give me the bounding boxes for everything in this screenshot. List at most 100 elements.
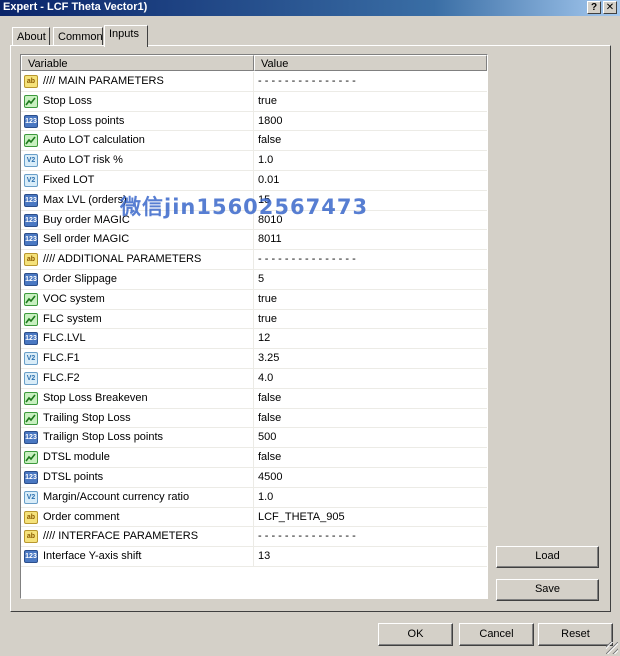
variable-cell: V2 Margin/Account currency ratio — [21, 487, 254, 507]
table-row[interactable]: V2 FLC.F1 3.25 — [21, 349, 487, 369]
table-row[interactable]: V2 Margin/Account currency ratio 1.0 — [21, 487, 487, 508]
tab-common[interactable]: Common — [53, 27, 103, 47]
table-row[interactable]: V2 Auto LOT risk % 1.0 — [21, 151, 487, 171]
double-type-icon: V2 — [24, 352, 38, 366]
variable-name: DTSL module — [43, 451, 110, 464]
variable-cell: 123 Sell order MAGIC — [21, 230, 254, 250]
table-row[interactable]: ab //// ADDITIONAL PARAMETERS - - - - - - … — [21, 250, 487, 270]
resize-grip[interactable] — [606, 642, 618, 654]
table-row[interactable]: Stop Loss true — [21, 91, 487, 112]
column-header-variable[interactable]: Variable — [21, 55, 254, 71]
table-row[interactable]: 123 Order Slippage 5 — [21, 270, 487, 290]
table-row[interactable]: VOC system true — [21, 289, 487, 310]
table-row[interactable]: FLC system true — [21, 309, 487, 330]
value-cell[interactable]: 12 — [254, 329, 487, 348]
variable-name: FLC.LVL — [43, 332, 86, 345]
int-type-icon: 123 — [24, 273, 38, 286]
value-cell[interactable]: 1800 — [254, 112, 487, 131]
table-row[interactable]: 123 Stop Loss points 1800 — [21, 111, 487, 132]
value-cell[interactable]: 15 — [254, 191, 487, 210]
value-cell[interactable]: true — [254, 310, 487, 329]
table-row[interactable]: V2 Fixed LOT 0.01 — [21, 171, 487, 191]
table-row[interactable]: 123 Max LVL (orders) 15 — [21, 190, 487, 211]
variable-cell: ab Order comment — [21, 507, 254, 527]
variable-name: Margin/Account currency ratio — [43, 490, 190, 503]
value-cell[interactable]: 8011 — [254, 230, 487, 249]
value-cell[interactable]: 8010 — [254, 211, 487, 230]
value-cell[interactable]: - - - - - - - - - - - - - - - — [254, 72, 487, 91]
table-row[interactable]: ab //// MAIN PARAMETERS - - - - - - - - - … — [21, 72, 487, 92]
value-cell[interactable]: - - - - - - - - - - - - - - - — [254, 250, 487, 269]
table-row[interactable]: 123 FLC.LVL 12 — [21, 329, 487, 350]
title-bar: Expert - LCF Theta Vector1) ? ✕ — [0, 0, 620, 16]
table-row[interactable]: ab //// INTERFACE PARAMETERS - - - - - - -… — [21, 527, 487, 548]
variable-cell: 123 FLC.LVL — [21, 329, 254, 349]
inputs-grid[interactable]: Variable Value ab //// MAIN PARAMETERS - -… — [20, 54, 488, 599]
value-cell[interactable]: 1.0 — [254, 151, 487, 170]
value-cell[interactable]: 4500 — [254, 468, 487, 487]
table-row[interactable]: 123 Interface Y-axis shift 13 — [21, 547, 487, 567]
close-button[interactable]: ✕ — [603, 1, 617, 14]
string-type-icon: ab — [24, 253, 38, 267]
bool-type-icon — [24, 312, 38, 326]
tab-inputs[interactable]: Inputs — [104, 25, 148, 47]
value-cell[interactable]: LCF_THETA_905 — [254, 508, 487, 527]
value-cell[interactable]: false — [254, 131, 487, 150]
value-cell[interactable]: 5 — [254, 270, 487, 289]
string-type-icon: ab — [24, 75, 38, 88]
table-row[interactable]: 123 Buy order MAGIC 8010 — [21, 210, 487, 231]
table-row[interactable]: Stop Loss Breakeven false — [21, 388, 487, 409]
value-cell[interactable]: false — [254, 409, 487, 428]
table-row[interactable]: 123 DTSL points 4500 — [21, 468, 487, 488]
variable-name: Trailing Stop Loss — [43, 411, 131, 424]
bool-type-icon — [24, 411, 38, 425]
value-cell[interactable]: 0.01 — [254, 171, 487, 190]
int-type-icon: 123 — [24, 431, 38, 445]
value-cell[interactable]: true — [254, 290, 487, 309]
table-row[interactable]: Auto LOT calculation false — [21, 131, 487, 152]
value-cell[interactable]: false — [254, 389, 487, 408]
variable-cell: FLC system — [21, 309, 254, 329]
variable-name: Fixed LOT — [43, 174, 95, 186]
int-type-icon: 123 — [24, 213, 38, 227]
table-row[interactable]: DTSL module false — [21, 448, 487, 468]
variable-cell: 123 Max LVL (orders) — [21, 190, 254, 210]
bool-type-icon — [24, 391, 38, 405]
ok-button[interactable]: OK — [378, 623, 453, 646]
bool-type-icon — [24, 292, 38, 306]
variable-cell: Auto LOT calculation — [21, 131, 254, 151]
reset-button[interactable]: Reset — [538, 623, 613, 646]
value-cell[interactable]: - - - - - - - - - - - - - - - — [254, 527, 487, 546]
variable-name: DTSL points — [43, 471, 104, 483]
value-cell[interactable]: 500 — [254, 428, 487, 447]
int-type-icon: 123 — [24, 114, 38, 128]
variable-name: Stop Loss — [43, 94, 92, 107]
column-header-value[interactable]: Value — [254, 55, 487, 71]
value-cell[interactable]: true — [254, 92, 487, 111]
save-button[interactable]: Save — [496, 579, 599, 601]
variable-cell: V2 Fixed LOT — [21, 171, 254, 190]
cancel-button[interactable]: Cancel — [459, 623, 534, 646]
variable-cell: Stop Loss — [21, 91, 254, 111]
int-type-icon: 123 — [24, 471, 38, 484]
table-row[interactable]: 123 Sell order MAGIC 8011 — [21, 230, 487, 251]
table-row[interactable]: 123 Trailign Stop Loss points 500 — [21, 428, 487, 449]
value-cell[interactable]: false — [254, 448, 487, 467]
value-cell[interactable]: 3.25 — [254, 349, 487, 368]
variable-cell: V2 Auto LOT risk % — [21, 151, 254, 170]
load-button[interactable]: Load — [496, 546, 599, 568]
bool-type-icon — [24, 451, 38, 465]
string-type-icon: ab — [24, 530, 38, 544]
value-cell[interactable]: 4.0 — [254, 369, 487, 388]
variable-name: Stop Loss points — [43, 114, 125, 127]
tab-about[interactable]: About — [12, 27, 50, 47]
table-row[interactable]: V2 FLC.F2 4.0 — [21, 369, 487, 389]
table-row[interactable]: Trailing Stop Loss false — [21, 408, 487, 429]
help-button[interactable]: ? — [587, 1, 601, 14]
variable-cell: ab //// ADDITIONAL PARAMETERS — [21, 250, 254, 269]
variable-name: Order comment — [43, 510, 120, 523]
value-cell[interactable]: 13 — [254, 547, 487, 566]
variable-cell: V2 FLC.F1 — [21, 349, 254, 368]
value-cell[interactable]: 1.0 — [254, 488, 487, 507]
table-row[interactable]: ab Order comment LCF_THETA_905 — [21, 507, 487, 528]
